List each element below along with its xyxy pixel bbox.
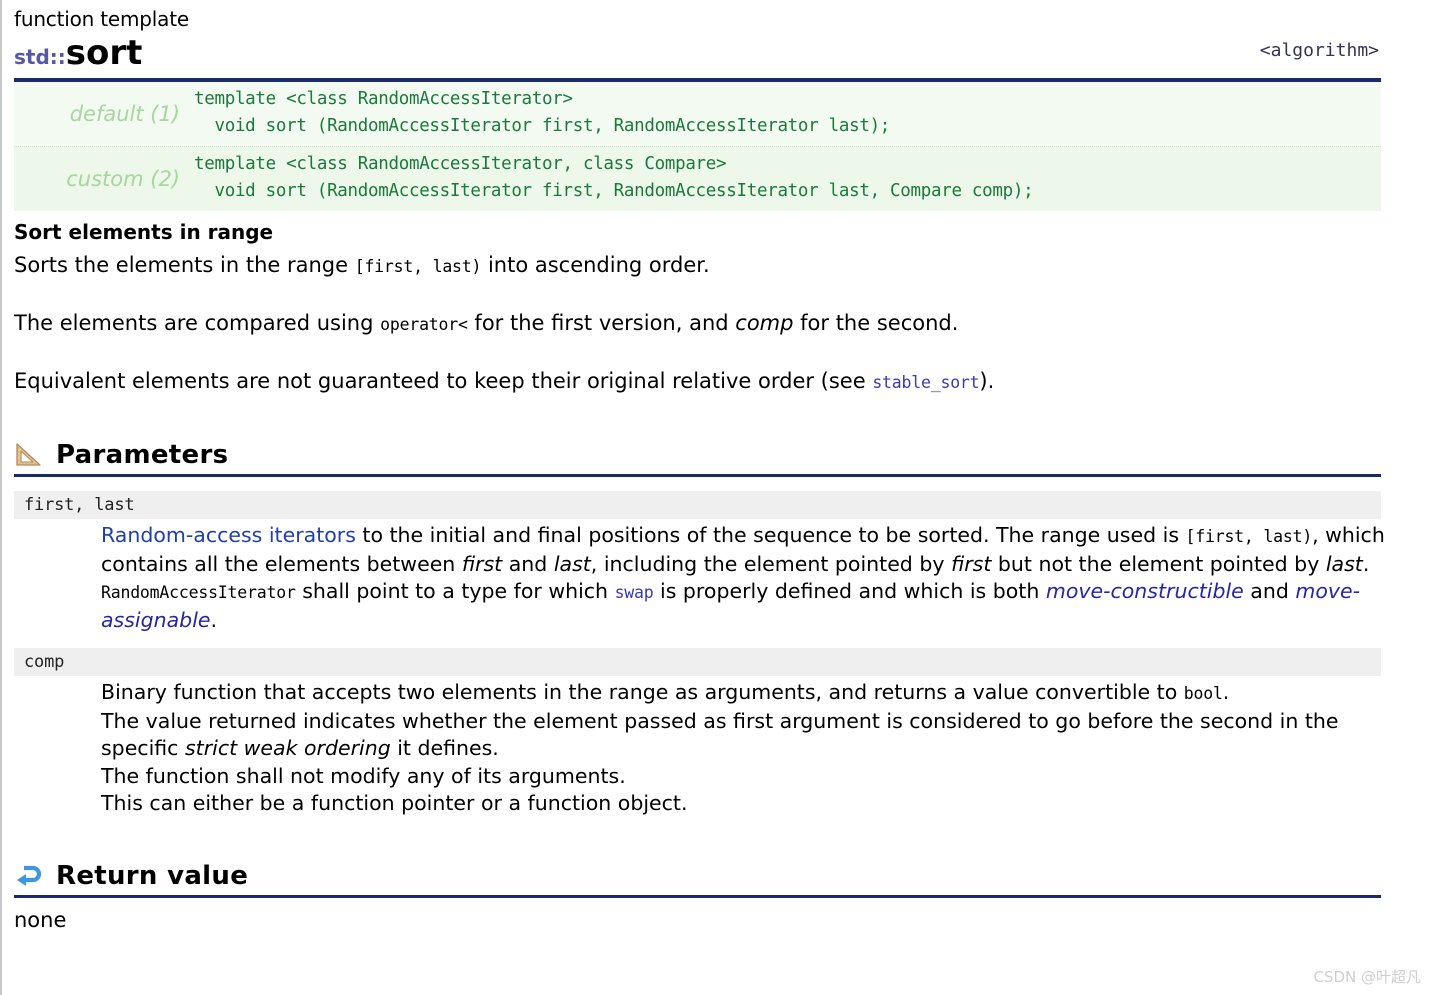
desc-p3-a: Equivalent elements are not guaranteed t… (14, 369, 873, 393)
param-desc-line: The value returned indicates whether the… (101, 708, 1385, 763)
param-name-comp: comp (14, 648, 1381, 676)
param-code-iterator: RandomAccessIterator (101, 583, 296, 602)
param-text: but not the element pointed by (991, 551, 1326, 576)
return-value-section: Return value none (14, 860, 1425, 934)
watermark: CSDN @叶超凡 (1313, 968, 1421, 986)
move-constructible-link[interactable]: move-constructible (1046, 579, 1244, 603)
title-namespace: std:: (14, 45, 66, 69)
param-code-bool: bool (1183, 684, 1223, 703)
param-em-first: first (461, 551, 503, 576)
param-code-range: [first, last) (1185, 527, 1313, 546)
stable-sort-link[interactable]: stable_sort (872, 373, 979, 392)
return-value-section-head: Return value (14, 860, 1381, 898)
param-name-first-last: first, last (14, 491, 1381, 519)
return-value-text: none (14, 907, 67, 932)
param-text: and (1243, 579, 1296, 603)
param-text: to the initial and final positions of th… (355, 523, 1186, 547)
prototype-code-default: template <class RandomAccessIterator> vo… (194, 89, 891, 136)
include-header-label: <algorithm> (1259, 40, 1379, 61)
page-title-row: std::sort <algorithm> (14, 32, 1425, 74)
parameters-section: Parameters first, last Random-access ite… (14, 439, 1425, 818)
param-desc-line: The function shall not modify any of its… (101, 763, 626, 788)
page-kind: function template (14, 7, 189, 31)
prototype-row-default: default (1) template <class RandomAccess… (14, 82, 1381, 146)
param-desc-comp: Binary function that accepts two element… (14, 676, 1425, 818)
return-arrow-icon (14, 861, 44, 891)
param-text: , including the element pointed by (590, 551, 951, 576)
prototype-box: default (1) template <class RandomAccess… (14, 78, 1381, 211)
desc-p1-b: into ascending order. (481, 253, 710, 277)
desc-p2-b: for the first version, and (467, 311, 736, 335)
return-value-section-title: Return value (56, 860, 249, 891)
param-desc-first-last: Random-access iterators to the initial a… (14, 519, 1425, 634)
param-desc-line: RandomAccessIterator shall point to a ty… (101, 578, 1385, 634)
description-subhead: Sort elements in range (14, 220, 274, 244)
reference-page: function template std::sort <algorithm> … (0, 0, 1435, 995)
param-text: and (502, 551, 554, 576)
prototype-label-custom: custom (2) (66, 167, 180, 191)
swap-link[interactable]: swap (615, 583, 654, 602)
param-em-last: last (553, 551, 591, 576)
param-text: shall point to a type for which (295, 579, 615, 603)
prototype-code-custom: template <class RandomAccessIterator, cl… (194, 154, 1034, 201)
param-desc-line: Random-access iterators to the initial a… (101, 522, 1385, 578)
param-desc-line: Binary function that accepts two element… (101, 679, 1385, 708)
prototype-label-default: default (1) (69, 102, 180, 126)
title-name: sort (65, 33, 143, 73)
param-em-strict-weak-ordering: strict weak ordering (184, 736, 391, 760)
param-em-last: last (1325, 551, 1363, 576)
parameters-section-title: Parameters (56, 440, 229, 470)
param-text: . (210, 607, 218, 632)
prototype-row-custom: custom (2) template <class RandomAccessI… (14, 146, 1381, 211)
desc-p1-a: Sorts the elements in the range (14, 253, 355, 277)
random-access-iterators-link[interactable]: Random-access iterators (101, 523, 356, 547)
param-text: Binary function that accepts two element… (101, 680, 1184, 704)
param-text: . (1362, 551, 1370, 576)
desc-p3-b: ). (979, 369, 995, 393)
param-em-first: first (951, 551, 992, 576)
param-desc-line: This can either be a function pointer or… (101, 791, 688, 815)
desc-p2-c: for the second. (793, 311, 959, 335)
description-paragraph-1: Sorts the elements in the range [first, … (14, 251, 1425, 281)
description-paragraph-2: The elements are compared using operator… (14, 309, 1425, 339)
param-text: it defines. (390, 736, 499, 760)
parameters-section-head: Parameters (14, 439, 1381, 477)
desc-p1-range: [first, last) (354, 257, 482, 276)
page-title: std::sort (14, 32, 1425, 78)
desc-p2-operator: operator< (380, 315, 468, 334)
set-square-ruler-icon (14, 440, 44, 470)
desc-p2-comp: comp (735, 311, 794, 335)
description-paragraph-3: Equivalent elements are not guaranteed t… (14, 367, 1425, 397)
desc-p2-a: The elements are compared using (14, 311, 381, 335)
param-text: . (1222, 680, 1230, 704)
param-text: is properly defined and which is both (653, 579, 1046, 603)
